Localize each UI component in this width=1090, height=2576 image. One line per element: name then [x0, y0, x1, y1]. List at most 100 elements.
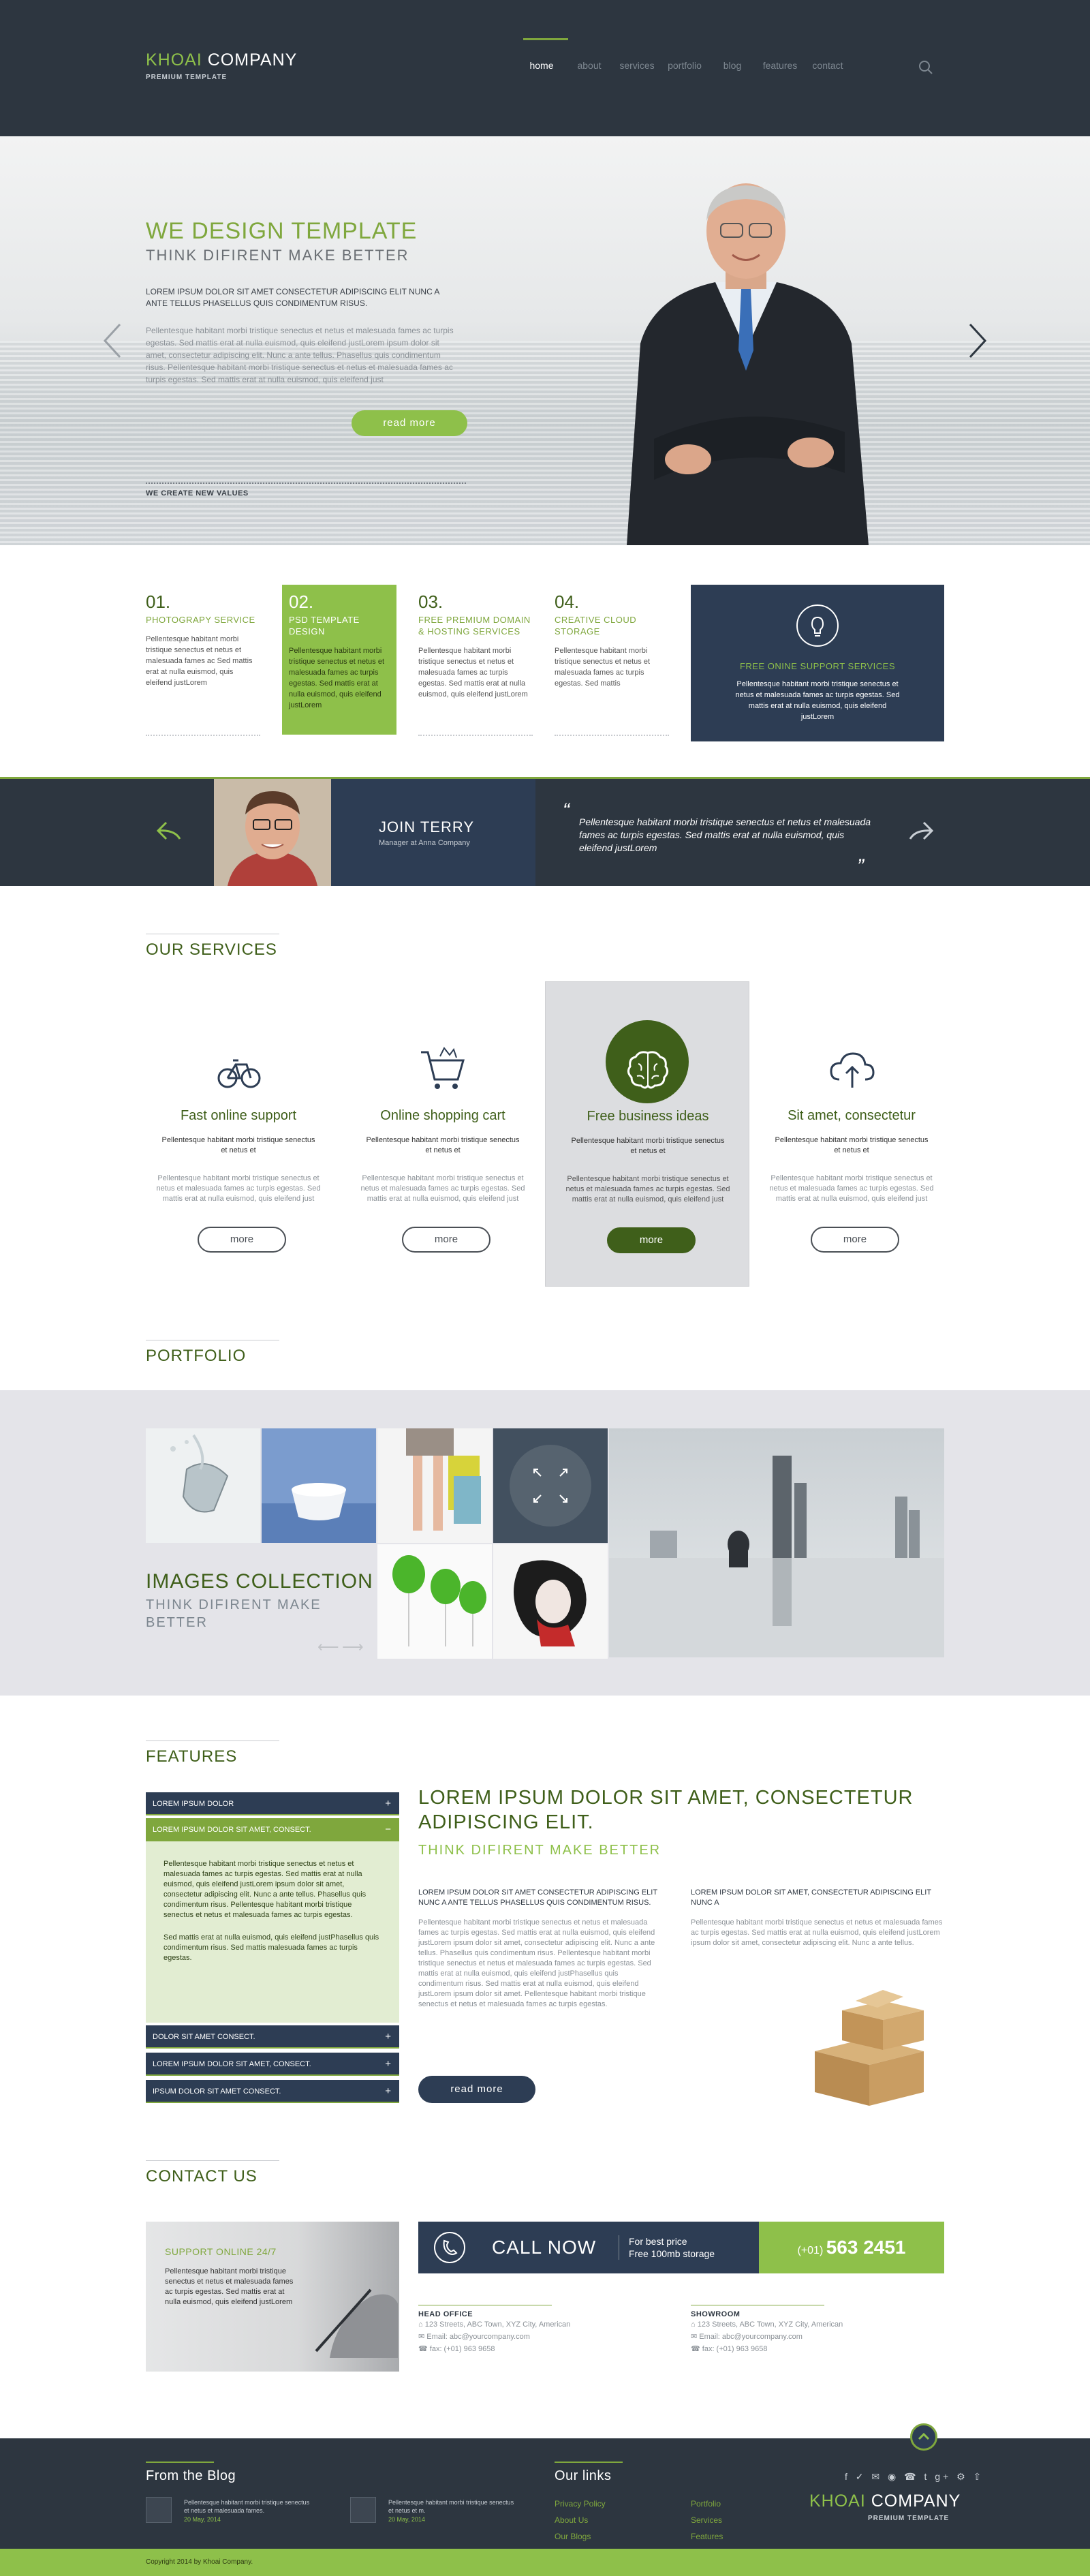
footer-link[interactable]: About Us	[555, 2512, 606, 2528]
footer-link[interactable]: Our Blogs	[555, 2528, 606, 2545]
search-icon[interactable]	[918, 60, 933, 75]
mail-icon: ✉	[691, 2333, 700, 2341]
read-more-button[interactable]: read more	[418, 2076, 535, 2103]
service-title: CREATIVE CLOUD STORAGE	[555, 615, 637, 637]
footer-logo[interactable]: KHOAI COMPANY	[809, 2491, 961, 2511]
service-text: Pellentesque habitant morbi tristique se…	[289, 647, 385, 709]
blog-post[interactable]: Pellentesque habitant morbi tristique se…	[350, 2497, 527, 2524]
card-short-text: Pellentesque habitant morbi tristique se…	[571, 1137, 725, 1155]
nav-about[interactable]: about	[565, 60, 613, 71]
nav-contact[interactable]: contact	[804, 60, 852, 71]
nav-services[interactable]: services	[613, 60, 661, 71]
service-card[interactable]: Fast online support Pellentesque habitan…	[136, 981, 341, 1287]
testimonial-quote: Pellentesque habitant morbi tristique se…	[579, 816, 871, 853]
portfolio-image[interactable]	[262, 1428, 376, 1543]
portfolio-image[interactable]	[377, 1428, 492, 1543]
card-short-text: Pellentesque habitant morbi tristique se…	[366, 1136, 520, 1154]
address-text: 123 Streets, ABC Town, XYZ City, America…	[424, 2320, 571, 2329]
showroom: SHOWROOM ⌂ 123 Streets, ABC Town, XYZ Ci…	[691, 2305, 936, 2355]
more-button[interactable]: more	[811, 1227, 899, 1253]
email-text: Email: abc@yourcompany.com	[699, 2333, 803, 2341]
more-button[interactable]: more	[402, 1227, 490, 1253]
plus-icon: +	[385, 1798, 391, 1809]
footer-link[interactable]: Privacy Policy	[555, 2496, 606, 2512]
phone-prefix: (+01)	[797, 2245, 824, 2256]
accordion-content: Pellentesque habitant morbi tristique se…	[146, 1841, 399, 2023]
site-footer: From the Blog Pellentesque habitant morb…	[0, 2423, 1090, 2549]
accordion-item[interactable]: LOREM IPSUM DOLOR SIT AMET, CONSECT. +	[146, 2053, 399, 2076]
card-short-text: Pellentesque habitant morbi tristique se…	[161, 1136, 315, 1154]
portfolio-image[interactable]	[146, 1428, 260, 1543]
service-card-active[interactable]: Free business ideas Pellentesque habitan…	[545, 981, 749, 1287]
more-button[interactable]: more	[198, 1227, 286, 1253]
arrow-left-icon[interactable]	[101, 322, 124, 360]
plus-icon: +	[385, 2058, 391, 2070]
nav-portfolio[interactable]: portfolio	[661, 60, 708, 71]
portfolio-image-hover[interactable]	[493, 1428, 608, 1543]
footer-link[interactable]: Portfolio	[691, 2496, 723, 2512]
portfolio-image[interactable]	[493, 1544, 608, 1659]
cloud-upload-icon	[830, 1052, 875, 1088]
lightbulb-icon	[796, 604, 839, 647]
service-card[interactable]: Sit amet, consectetur Pellentesque habit…	[749, 981, 954, 1287]
arrow-right-icon[interactable]	[966, 322, 989, 360]
accordion-label: IPSUM DOLOR SIT AMET CONSECT.	[153, 2087, 281, 2096]
service-item[interactable]: 04. CREATIVE CLOUD STORAGE Pellentesque …	[555, 585, 669, 736]
service-card[interactable]: Online shopping cart Pellentesque habita…	[341, 981, 545, 1287]
section-title-features: FEATURES	[146, 1741, 280, 1766]
accordion-label: LOREM IPSUM DOLOR SIT AMET, CONSECT.	[153, 2060, 311, 2068]
accordion-item-open[interactable]: LOREM IPSUM DOLOR SIT AMET, CONSECT. −	[146, 1818, 399, 1841]
share-icon[interactable]	[906, 817, 936, 844]
more-button[interactable]: more	[607, 1227, 696, 1253]
support-title: FREE ONINE SUPPORT SERVICES	[739, 661, 896, 671]
footer-link[interactable]: Services	[691, 2512, 723, 2528]
call-now-bar[interactable]: CALL NOW For best price Free 100mb storag…	[418, 2222, 944, 2273]
links-heading: Our links	[555, 2462, 623, 2483]
read-more-button[interactable]: read more	[352, 410, 467, 436]
nav-blog[interactable]: blog	[708, 60, 756, 71]
service-item[interactable]: 01. PHOTOGRAPY SERVICE Pellentesque habi…	[146, 585, 260, 736]
blog-text: Pellentesque habitant morbi tristique se…	[184, 2499, 310, 2514]
service-text: Pellentesque habitant morbi tristique se…	[555, 647, 651, 688]
portfolio-section: IMAGES COLLECTION THINK DIFIRENT MAKE BE…	[0, 1390, 1090, 1696]
phone-number[interactable]: (+01) 563 2451	[759, 2222, 944, 2273]
service-item-active[interactable]: 02. PSD TEMPLATE DESIGN Pellentesque hab…	[282, 585, 396, 735]
location-icon: ⌂	[418, 2320, 425, 2329]
support-box[interactable]: FREE ONINE SUPPORT SERVICES Pellentesque…	[691, 585, 944, 741]
logo[interactable]: KHOAI COMPANY	[146, 50, 297, 70]
accordion-item[interactable]: LOREM IPSUM DOLOR +	[146, 1792, 399, 1815]
office-title: SHOWROOM	[691, 2305, 936, 2318]
service-text: Pellentesque habitant morbi tristique se…	[418, 647, 528, 699]
minus-icon: −	[385, 1824, 391, 1835]
column-heading: LOREM IPSUM DOLOR SIT AMET CONSECTETUR A…	[418, 1888, 657, 1907]
divider	[555, 735, 669, 736]
nav-home[interactable]: home	[518, 38, 568, 71]
back-to-top-button[interactable]	[910, 2423, 937, 2451]
support-online-title: SUPPORT ONLINE 24/7	[165, 2246, 277, 2257]
blog-heading: From the Blog	[146, 2462, 236, 2483]
service-text: Pellentesque habitant morbi tristique se…	[146, 635, 253, 687]
features-column: LOREM IPSUM DOLOR SIT AMET CONSECTETUR A…	[418, 1888, 664, 2010]
accordion-label: LOREM IPSUM DOLOR	[153, 1800, 234, 1808]
social-icons[interactable]: f ✓ ✉ ◉ ☎ t g+ ⚙ ⇧	[845, 2471, 984, 2483]
fax-icon: ☎	[691, 2345, 702, 2353]
reply-icon[interactable]	[154, 817, 184, 844]
footer-link[interactable]: Features	[691, 2528, 723, 2545]
service-number: 02.	[289, 592, 314, 612]
portfolio-image[interactable]	[377, 1544, 492, 1659]
bicycle-icon	[217, 1059, 261, 1088]
arrow-right-icon[interactable]: ⟶	[342, 1638, 364, 1656]
accordion-item[interactable]: DOLOR SIT AMET CONSECT. +	[146, 2025, 399, 2049]
accordion-item[interactable]: IPSUM DOLOR SIT AMET CONSECT. +	[146, 2080, 399, 2103]
email[interactable]: ✉ Email: abc@yourcompany.com	[418, 2331, 664, 2343]
nav-features[interactable]: features	[756, 60, 804, 71]
support-online-text: Pellentesque habitant morbi tristique se…	[165, 2267, 294, 2306]
portfolio-featured-image[interactable]	[609, 1428, 944, 1657]
email-text: Email: abc@yourcompany.com	[426, 2333, 530, 2341]
blog-post[interactable]: Pellentesque habitant morbi tristique se…	[146, 2497, 323, 2524]
email[interactable]: ✉ Email: abc@yourcompany.com	[691, 2331, 936, 2343]
features-subtitle: THINK DIFIRENT MAKE BETTER	[418, 1843, 661, 1858]
service-item[interactable]: 03. FREE PREMIUM DOMAIN & HOSTING SERVIC…	[418, 585, 533, 736]
arrow-left-icon[interactable]: ⟵	[317, 1638, 339, 1656]
card-text: Pellentesque habitant morbi tristique se…	[360, 1174, 525, 1203]
